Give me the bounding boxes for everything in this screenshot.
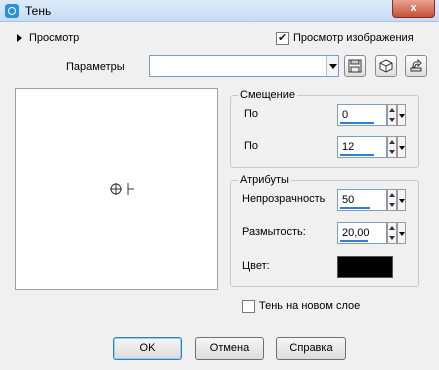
- offset-y-input[interactable]: 12: [337, 136, 387, 158]
- preview-image-checkbox[interactable]: [276, 31, 289, 45]
- offset-x-spinner[interactable]: [387, 104, 397, 126]
- opacity-value: 50: [342, 194, 355, 206]
- params-label: Параметры: [66, 61, 125, 73]
- opacity-dropdown[interactable]: [397, 189, 406, 211]
- offset-y-label: По: [244, 140, 259, 152]
- cancel-button[interactable]: Отмена: [195, 337, 264, 360]
- app-icon: [5, 4, 19, 18]
- blur-input[interactable]: 20,00: [337, 222, 387, 244]
- title-bar: [0, 0, 439, 22]
- offset-x-dropdown[interactable]: [397, 104, 406, 126]
- window-title: Тень: [25, 4, 52, 18]
- params-dropdown[interactable]: [149, 55, 339, 77]
- opacity-label: Непрозрачность: [242, 193, 326, 205]
- preview-image-label[interactable]: Просмотр изображения: [293, 32, 414, 44]
- reset-preset-icon: [379, 59, 393, 73]
- blur-label: Размытость:: [242, 226, 306, 238]
- offset-y-slider[interactable]: [340, 154, 374, 156]
- expand-arrow-icon[interactable]: [17, 34, 22, 42]
- reset-preset-button[interactable]: [375, 55, 397, 77]
- preset-options-icon: [410, 59, 422, 72]
- offset-group-title: Смещение: [238, 89, 298, 101]
- offset-x-input[interactable]: 0: [337, 104, 387, 126]
- ok-button[interactable]: OK: [113, 337, 182, 360]
- save-preset-icon: [348, 59, 362, 73]
- help-button[interactable]: Справка: [276, 337, 346, 360]
- crosshair-icon: [110, 183, 134, 195]
- offset-y-dropdown[interactable]: [397, 136, 406, 158]
- opacity-spinner[interactable]: [387, 189, 397, 211]
- blur-slider[interactable]: [340, 240, 368, 242]
- blur-spinner[interactable]: [387, 222, 397, 244]
- offset-x-slider[interactable]: [340, 122, 374, 124]
- preset-options-button[interactable]: [405, 55, 427, 77]
- attributes-group-title: Атрибуты: [238, 174, 291, 186]
- color-swatch[interactable]: [337, 256, 393, 278]
- new-layer-checkbox[interactable]: [242, 300, 255, 313]
- blur-dropdown[interactable]: [397, 222, 406, 244]
- color-label: Цвет:: [242, 260, 270, 272]
- offset-y-value: 12: [342, 141, 355, 153]
- blur-value: 20,00: [342, 227, 370, 239]
- preview-toggle-label[interactable]: Просмотр: [29, 32, 79, 44]
- opacity-input[interactable]: 50: [337, 189, 387, 211]
- close-button[interactable]: x: [392, 0, 435, 18]
- new-layer-label[interactable]: Тень на новом слое: [259, 300, 360, 312]
- opacity-slider[interactable]: [340, 207, 370, 209]
- save-preset-button[interactable]: [344, 55, 366, 77]
- offset-x-label: По: [244, 108, 259, 120]
- chevron-down-icon[interactable]: [326, 56, 338, 76]
- offset-x-value: 0: [342, 109, 349, 121]
- offset-y-spinner[interactable]: [387, 136, 397, 158]
